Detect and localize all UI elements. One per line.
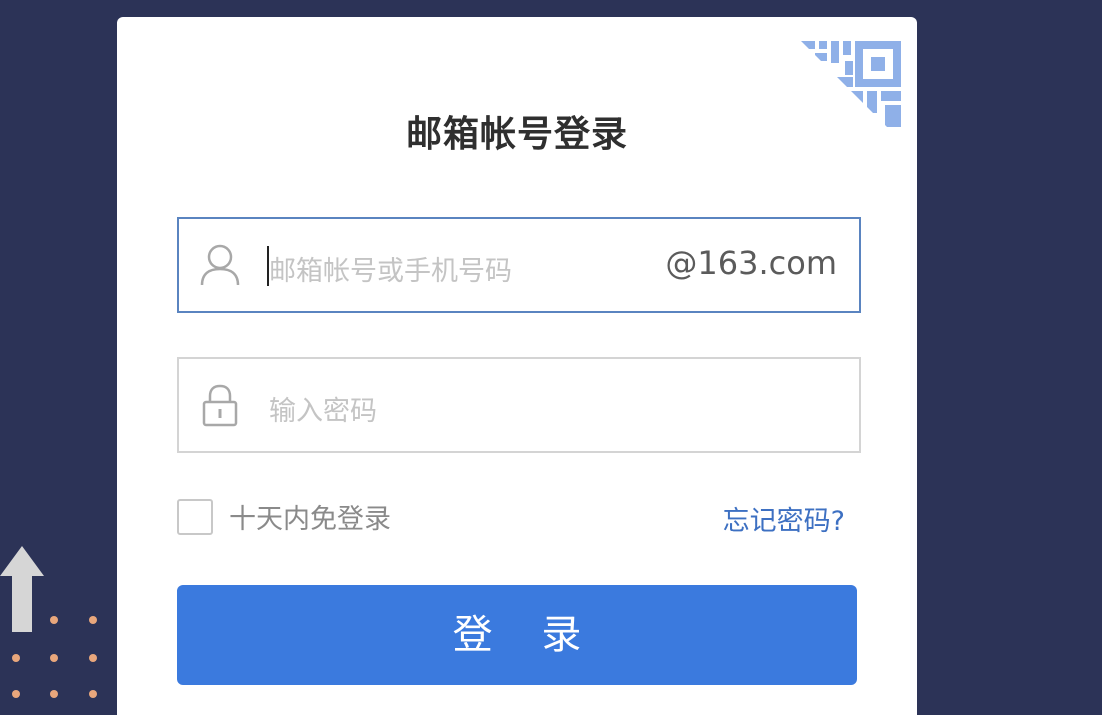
remember-me-option[interactable]: 十天内免登录 <box>177 497 391 536</box>
password-placeholder: 输入密码 <box>269 396 377 427</box>
email-domain-suffix: @163.com <box>665 244 837 282</box>
dots-decoration <box>12 616 97 698</box>
user-icon <box>200 244 240 286</box>
remember-me-checkbox[interactable] <box>177 498 213 535</box>
username-field[interactable]: 邮箱帐号或手机号码 @163.com <box>177 217 861 313</box>
page-title: 邮箱帐号登录 <box>405 114 628 155</box>
login-button[interactable]: 登 录 <box>177 585 857 685</box>
username-placeholder: 邮箱帐号或手机号码 <box>269 256 512 287</box>
login-card: 邮箱帐号登录 邮箱帐号或手机号码 @163.com 输入密码 十天内免登录 忘记… <box>117 17 917 715</box>
forgot-password-link[interactable]: 忘记密码? <box>723 499 845 538</box>
remember-me-label: 十天内免登录 <box>229 504 391 535</box>
lock-icon <box>202 384 238 427</box>
password-field[interactable]: 输入密码 <box>177 357 861 453</box>
